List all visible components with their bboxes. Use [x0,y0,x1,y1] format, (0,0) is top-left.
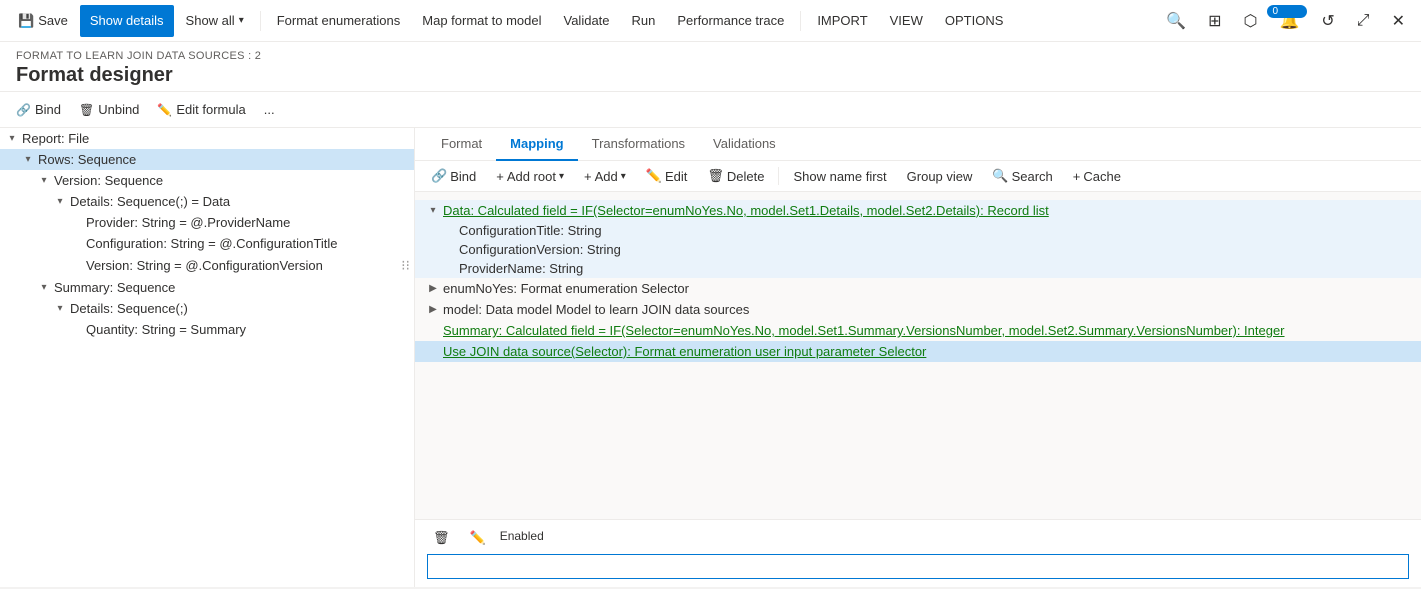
search-map-icon: 🔍 [992,168,1008,184]
separator-2 [800,11,801,31]
tab-format[interactable]: Format [427,128,496,161]
tree-item-rows[interactable]: ▾ Rows: Sequence [0,149,414,170]
page-header: FORMAT TO LEARN JOIN DATA SOURCES : 2 Fo… [0,42,1421,92]
toolbar-right: 🔍 ⊞ ⬡ 🔔 0 ↺ ⤢ ✕ [1158,7,1413,35]
bottom-panel: 🗑 ✏️ Enabled [415,519,1421,587]
import-button[interactable]: IMPORT [807,5,877,37]
bind-left-button[interactable]: 🔗 Bind [8,96,69,124]
notification-area: 🔔 0 [1271,7,1307,35]
group-view-button[interactable]: Group view [899,166,981,187]
save-button[interactable]: 💾 Save [8,5,78,37]
tree-item-details[interactable]: ▾ Details: Sequence(;) = Data [0,191,414,212]
tabs: Format Mapping Transformations Validatio… [415,128,1421,161]
format-enumerations-button[interactable]: Format enumerations [267,5,411,37]
bottom-delete-button[interactable]: 🗑 [427,528,456,548]
link-icon-map: 🔗 [431,168,447,184]
format-tree-panel: ▾ Report: File ▾ Rows: Sequence ▾ Versio… [0,128,415,587]
expand-icon-report: ▾ [4,133,20,144]
cache-button[interactable]: + Cache [1065,166,1129,187]
tree-item-details2[interactable]: ▾ Details: Sequence(;) [0,298,414,319]
mapping-toolbar: 🔗 Bind + Add root ▾ + Add ▾ ✏️ Edit 🗑 De… [415,161,1421,192]
enabled-label: Enabled [500,529,544,543]
unbind-button[interactable]: 🗑 Unbind [71,96,147,124]
map-separator [778,167,779,185]
bind-right-button[interactable]: 🔗 Bind [423,165,484,187]
enabled-input[interactable] [427,554,1409,579]
delete-button[interactable]: 🗑 Delete [699,165,772,187]
show-all-button[interactable]: Show all ▾ [176,5,254,37]
validate-button[interactable]: Validate [554,5,620,37]
close-button[interactable]: ✕ [1384,7,1413,35]
add-button[interactable]: + Add ▾ [576,166,634,187]
data-item-data[interactable]: ▾ Data: Calculated field = IF(Selector=e… [415,200,1421,221]
page-title: Format designer [16,64,1405,87]
link-icon: 🔗 [16,103,31,117]
tab-validations[interactable]: Validations [699,128,790,161]
data-item-summary[interactable]: ▶ Summary: Calculated field = IF(Selecto… [415,320,1421,341]
data-child-providername[interactable]: ProviderName: String [459,259,1421,278]
separator-1 [260,11,261,31]
expand-enum: ▶ [423,283,443,294]
performance-trace-button[interactable]: Performance trace [667,5,794,37]
notification-badge: 0 [1267,5,1307,18]
search-map-button[interactable]: 🔍 Search [984,165,1060,187]
refresh-button[interactable]: ↺ [1313,7,1342,35]
drag-handle[interactable]: ⁝⁝ [401,257,410,274]
expand-button[interactable]: ⤢ [1349,8,1378,34]
map-format-button[interactable]: Map format to model [412,5,551,37]
right-panel: Format Mapping Transformations Validatio… [415,128,1421,587]
tab-mapping[interactable]: Mapping [496,128,577,161]
main-toolbar: 💾 Save Show details Show all ▾ Format en… [0,0,1421,42]
tree-item-configuration[interactable]: ▾ Configuration: String = @.Configuratio… [0,233,414,254]
expand-icon-rows: ▾ [20,154,36,165]
expand-icon-version: ▾ [36,175,52,186]
pencil-icon: ✏️ [157,103,172,117]
grid-icon-button[interactable]: ⊞ [1200,7,1229,35]
options-button[interactable]: OPTIONS [935,5,1014,37]
tree-item-report[interactable]: ▾ Report: File [0,128,414,149]
tree-item-version-seq[interactable]: ▾ Version: Sequence [0,170,414,191]
data-item-model[interactable]: ▶ model: Data model Model to learn JOIN … [415,299,1421,320]
trash-icon: 🗑 [79,103,94,117]
data-item-enum[interactable]: ▶ enumNoYes: Format enumeration Selector [415,278,1421,299]
breadcrumb: FORMAT TO LEARN JOIN DATA SOURCES : 2 [16,50,1405,62]
search-button[interactable]: 🔍 [1158,7,1194,35]
expand-icon-details2: ▾ [52,303,68,314]
expand-data: ▾ [423,205,443,216]
tree-item-summary[interactable]: ▾ Summary: Sequence [0,277,414,298]
main-layout: ▾ Report: File ▾ Rows: Sequence ▾ Versio… [0,128,1421,587]
save-icon: 💾 [18,13,34,29]
show-name-first-button[interactable]: Show name first [785,166,894,187]
show-details-button[interactable]: Show details [80,5,174,37]
chevron-add-icon: ▾ [621,171,626,182]
view-button[interactable]: VIEW [880,5,933,37]
data-children: ConfigurationTitle: String Configuration… [415,221,1421,278]
edit-right-button[interactable]: ✏️ Edit [638,165,696,187]
run-button[interactable]: Run [622,5,666,37]
data-item-use-join[interactable]: ▶ Use JOIN data source(Selector): Format… [415,341,1421,362]
add-root-button[interactable]: + Add root ▾ [488,166,572,187]
chevron-addroot-icon: ▾ [559,171,564,182]
tree-item-quantity[interactable]: ▾ Quantity: String = Summary [0,319,414,340]
tree-item-provider[interactable]: ▾ Provider: String = @.ProviderName [0,212,414,233]
tree-item-version-str[interactable]: ▾ Version: String = @.ConfigurationVersi… [0,254,414,277]
data-child-configtitle[interactable]: ConfigurationTitle: String [459,221,1421,240]
expand-icon-details: ▾ [52,196,68,207]
expand-model: ▶ [423,304,443,315]
pencil-map-icon: ✏️ [646,168,662,184]
chevron-down-icon: ▾ [239,15,244,26]
expand-icon-summary: ▾ [36,282,52,293]
tab-transformations[interactable]: Transformations [578,128,699,161]
bottom-edit-button[interactable]: ✏️ [464,528,492,548]
more-button[interactable]: ... [256,96,283,124]
data-child-configver[interactable]: ConfigurationVersion: String [459,240,1421,259]
data-tree: ▾ Data: Calculated field = IF(Selector=e… [415,192,1421,519]
edit-formula-button[interactable]: ✏️ Edit formula [149,96,253,124]
sub-toolbar: 🔗 Bind 🗑 Unbind ✏️ Edit formula ... [0,92,1421,128]
trash-map-icon: 🗑 [707,168,724,184]
office-icon-button[interactable]: ⬡ [1235,7,1265,35]
